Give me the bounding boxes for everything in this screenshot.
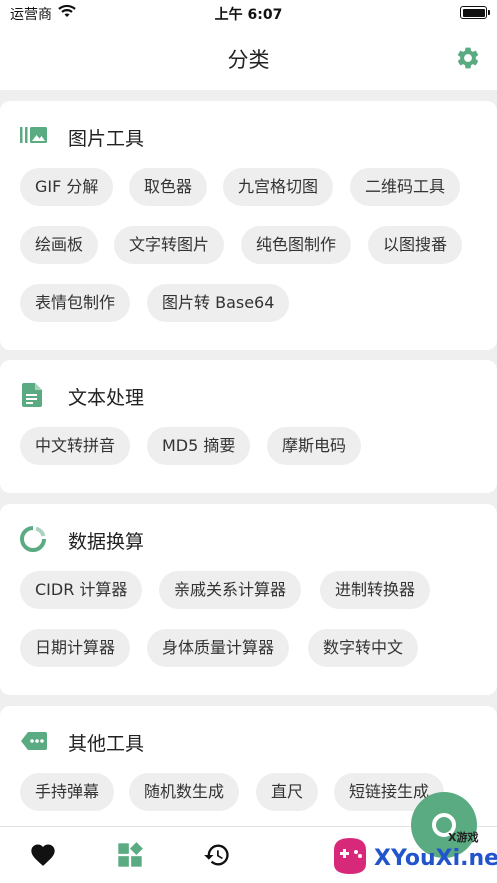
image-tools-icon [20, 127, 47, 143]
history-icon[interactable] [203, 841, 231, 869]
section-title: 数据换算 [68, 531, 145, 553]
battery-icon [460, 6, 490, 19]
category-icon[interactable] [116, 841, 144, 869]
navigation-bar: 分类 [0, 26, 497, 90]
section-text-processing: 文本处理 中文转拼音 MD5 摘要 摩斯电码 [0, 360, 497, 493]
tool-chip-image-anime-search[interactable]: 以图搜番 [368, 226, 463, 264]
section-image-tools: 图片工具 GIF 分解 取色器 九宫格切图 二维码工具 绘画板 文字转图片 纯色… [0, 101, 497, 350]
settings-gear-icon[interactable] [455, 45, 481, 71]
tool-chip-number-to-chinese[interactable]: 数字转中文 [308, 629, 419, 667]
status-bar: 运营商 上午 6:07 [0, 0, 497, 26]
tool-chip-md5[interactable]: MD5 摘要 [147, 427, 251, 465]
tool-chip-gif-split[interactable]: GIF 分解 [20, 168, 114, 206]
tool-chip-qrcode[interactable]: 二维码工具 [350, 168, 461, 206]
section-title: 其他工具 [68, 733, 145, 755]
favorites-icon[interactable] [29, 841, 57, 869]
tool-chip-solid-color-image[interactable]: 纯色图制作 [241, 226, 352, 264]
tool-chip-bmi-calculator[interactable]: 身体质量计算器 [147, 629, 290, 667]
tool-chip-meme-maker[interactable]: 表情包制作 [20, 284, 131, 322]
tool-chip-text-to-image[interactable]: 文字转图片 [114, 226, 225, 264]
tool-chip-cidr-calculator[interactable]: CIDR 计算器 [20, 571, 143, 609]
tool-chip-handheld-danmaku[interactable]: 手持弹幕 [20, 773, 115, 811]
tool-chip-morse-code[interactable]: 摩斯电码 [267, 427, 362, 465]
watermark-text: XYouXi.net [374, 846, 497, 871]
tool-chip-date-calculator[interactable]: 日期计算器 [20, 629, 131, 667]
section-data-conversion: 数据换算 CIDR 计算器 亲戚关系计算器 进制转换器 日期计算器 身体质量计算… [0, 504, 497, 695]
tool-chip-base-converter[interactable]: 进制转换器 [320, 571, 431, 609]
watermark: X游戏 XYouXi.net [324, 826, 497, 881]
tool-chip-drawing-board[interactable]: 绘画板 [20, 226, 99, 264]
tool-chip-grid-crop[interactable]: 九宫格切图 [223, 168, 334, 206]
ring-chart-icon [20, 526, 46, 552]
section-title: 文本处理 [68, 387, 145, 409]
watermark-logo-icon [334, 838, 366, 874]
tool-chip-random-number[interactable]: 随机数生成 [129, 773, 240, 811]
watermark-subtext: X游戏 [448, 831, 479, 844]
tool-chip-kinship-calculator[interactable]: 亲戚关系计算器 [159, 571, 302, 609]
page-title: 分类 [227, 48, 270, 72]
document-icon [22, 383, 42, 407]
tool-chip-ruler[interactable]: 直尺 [256, 773, 319, 811]
clock: 上午 6:07 [214, 7, 283, 23]
section-title: 图片工具 [68, 128, 145, 150]
tag-more-icon [21, 732, 47, 750]
tool-chip-image-to-base64[interactable]: 图片转 Base64 [147, 284, 290, 322]
tool-chip-chinese-to-pinyin[interactable]: 中文转拼音 [20, 427, 131, 465]
tool-chip-color-picker[interactable]: 取色器 [129, 168, 208, 206]
